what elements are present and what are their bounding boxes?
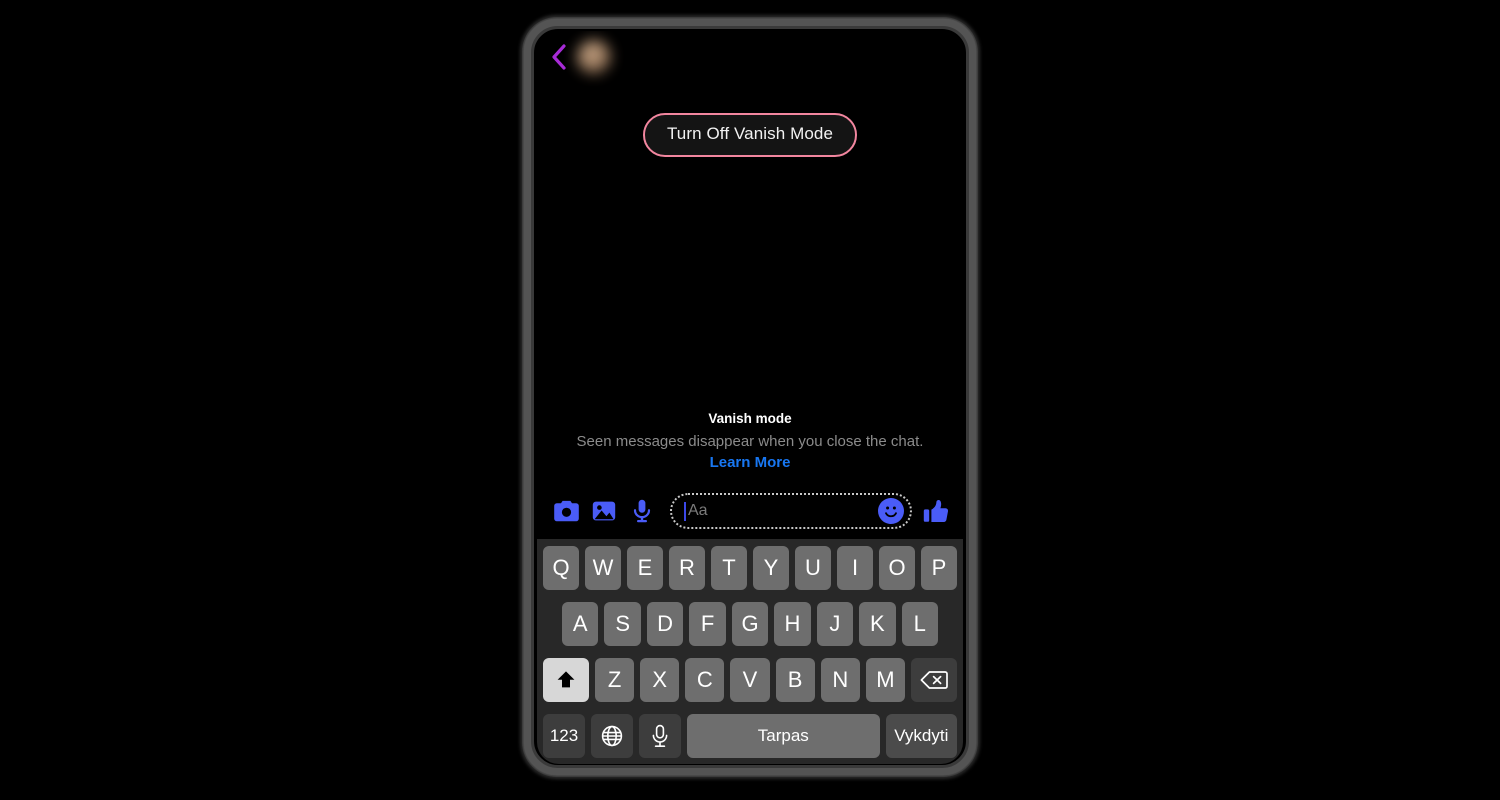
- thumbs-up-icon: [923, 499, 949, 522]
- vanish-pill-container: Turn Off Vanish Mode: [537, 113, 963, 157]
- gallery-button[interactable]: [585, 492, 623, 530]
- vanish-mode-title: Vanish mode: [708, 410, 792, 426]
- shift-icon: [557, 671, 575, 688]
- turn-off-vanish-mode-button[interactable]: Turn Off Vanish Mode: [642, 113, 858, 157]
- key-z[interactable]: Z: [595, 658, 635, 702]
- key-t[interactable]: T: [711, 546, 747, 590]
- chat-header: ​: [537, 31, 963, 83]
- vanish-mode-description: Seen messages disappear when you close t…: [565, 432, 935, 473]
- voice-record-button[interactable]: [623, 492, 661, 530]
- camera-icon: [553, 500, 579, 522]
- numeric-mode-key[interactable]: 123: [543, 714, 585, 758]
- microphone-icon: [652, 724, 668, 747]
- key-m[interactable]: M: [865, 658, 905, 702]
- device-screen: ​ Turn Off Vanish Mode Vanish mode Seen …: [537, 31, 963, 764]
- key-k[interactable]: K: [859, 602, 896, 646]
- return-key[interactable]: Vykdyti: [885, 714, 957, 758]
- backspace-key[interactable]: [910, 658, 957, 702]
- smiley-icon: [885, 506, 897, 518]
- chevron-left-icon: [552, 44, 566, 70]
- contact-identity[interactable]: ​: [577, 40, 620, 74]
- key-d[interactable]: D: [646, 602, 684, 646]
- key-q[interactable]: Q: [543, 546, 579, 590]
- key-c[interactable]: C: [685, 658, 725, 702]
- key-g[interactable]: G: [731, 602, 769, 646]
- keyboard-row-2: A S D F G H J K L: [540, 602, 960, 646]
- learn-more-link[interactable]: Learn More: [710, 454, 791, 471]
- avatar: [577, 40, 611, 74]
- key-b[interactable]: B: [775, 658, 815, 702]
- thumbs-up-button[interactable]: [919, 492, 953, 530]
- key-j[interactable]: J: [816, 602, 854, 646]
- key-f[interactable]: F: [689, 602, 726, 646]
- backspace-icon: [920, 671, 948, 689]
- message-input-placeholder: Aa: [688, 502, 708, 519]
- key-v[interactable]: V: [730, 658, 770, 702]
- keyboard-row-3: Z X C V B N M: [540, 658, 960, 702]
- key-i[interactable]: I: [837, 546, 873, 590]
- keyboard-row-1: Q W E R T Y U I O P: [540, 546, 960, 590]
- key-y[interactable]: Y: [753, 546, 789, 590]
- key-u[interactable]: U: [795, 546, 831, 590]
- key-h[interactable]: H: [774, 602, 811, 646]
- screenshot-root: ​ Turn Off Vanish Mode Vanish mode Seen …: [0, 0, 1500, 800]
- key-o[interactable]: O: [879, 546, 915, 590]
- key-x[interactable]: X: [640, 658, 680, 702]
- language-switch-key[interactable]: [591, 714, 633, 758]
- device-frame: ​ Turn Off Vanish Mode Vanish mode Seen …: [520, 15, 980, 779]
- back-button[interactable]: [547, 41, 571, 73]
- chat-pane: ​ Turn Off Vanish Mode Vanish mode Seen …: [537, 31, 963, 539]
- key-l[interactable]: L: [901, 602, 938, 646]
- message-composer: Aa: [537, 483, 963, 539]
- key-r[interactable]: R: [669, 546, 705, 590]
- key-e[interactable]: E: [627, 546, 663, 590]
- emoji-button[interactable]: [878, 498, 904, 524]
- image-icon: [592, 501, 616, 521]
- shift-key[interactable]: [543, 658, 589, 702]
- dictation-key[interactable]: [639, 714, 681, 758]
- vanish-mode-description-text: Seen messages disappear when you close t…: [576, 433, 924, 451]
- microphone-icon: [633, 499, 651, 523]
- camera-button[interactable]: [547, 492, 585, 530]
- vanish-mode-info: Vanish mode Seen messages disappear when…: [565, 410, 935, 473]
- on-screen-keyboard: Q W E R T Y U I O P A S D F G H J K L Z …: [537, 539, 963, 764]
- globe-icon: [601, 725, 623, 747]
- key-p[interactable]: P: [921, 546, 957, 590]
- key-s[interactable]: S: [604, 602, 641, 646]
- key-w[interactable]: W: [585, 546, 621, 590]
- space-key[interactable]: Tarpas: [687, 714, 880, 758]
- text-cursor: [684, 501, 686, 521]
- keyboard-row-4: 123 Tarpas Vykdyti: [540, 714, 960, 758]
- key-n[interactable]: N: [820, 658, 860, 702]
- key-a[interactable]: A: [562, 602, 599, 646]
- message-input[interactable]: Aa: [670, 493, 912, 529]
